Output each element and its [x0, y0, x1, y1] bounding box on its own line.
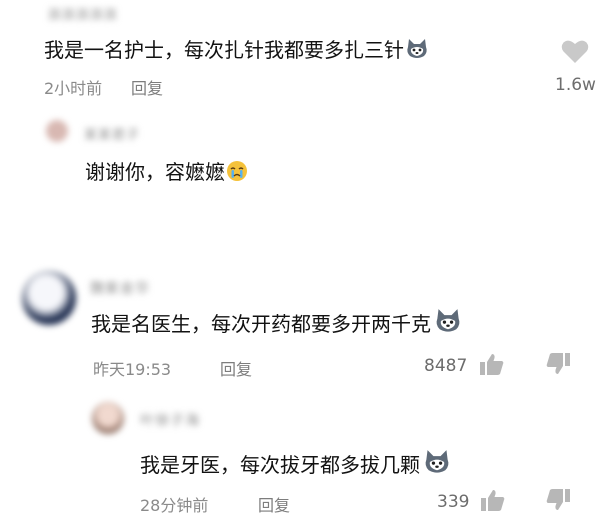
reply-time: 28分钟前 — [140, 496, 209, 515]
avatar[interactable] — [46, 120, 68, 142]
reply-text-row: 谢谢你，容嬷嬷 — [85, 156, 248, 187]
husky-emoji-icon — [432, 308, 464, 339]
reply-button[interactable]: 回复 — [220, 356, 252, 380]
reply-button[interactable]: 回复 — [131, 75, 163, 99]
comment-text-row: 我是名医生，每次开药都要多开两千克 — [91, 308, 464, 339]
comment-username[interactable]: 魏紫金华 — [90, 278, 150, 298]
reply-text: 谢谢你，容嬷嬷 — [85, 160, 225, 184]
comment-text: 我是名医生，每次开药都要多开两千克 — [91, 312, 431, 336]
thumb-down-icon[interactable] — [545, 488, 571, 516]
avatar[interactable] — [92, 402, 124, 434]
crying-emoji-icon — [226, 160, 248, 187]
reply-button[interactable]: 回复 — [258, 492, 290, 516]
comment-time: 昨天19:53 — [93, 360, 172, 379]
thumb-up-icon[interactable] — [479, 352, 505, 380]
reply-text: 我是牙医，每次拔牙都多拔几颗 — [140, 453, 420, 477]
like-count: 1.6w — [555, 75, 596, 95]
husky-emoji-icon — [421, 449, 453, 480]
like-count: 339 — [437, 492, 470, 512]
comment-username[interactable]: 孩孩孩孩孩 — [48, 4, 118, 23]
reply-username[interactable]: 叶徐子海 — [140, 410, 200, 430]
husky-emoji-icon — [405, 38, 429, 65]
like-count: 8487 — [424, 356, 468, 376]
comment-time: 2小时前 — [44, 79, 103, 98]
comment-text: 我是一名护士，每次扎针我都要多扎三针 — [44, 38, 404, 62]
thumb-up-icon[interactable] — [480, 488, 506, 516]
reply-username[interactable]: 某某君子 — [84, 124, 140, 143]
reply-text-row: 我是牙医，每次拔牙都多拔几颗 — [140, 449, 453, 480]
thumb-down-icon[interactable] — [545, 352, 571, 380]
heart-icon[interactable] — [561, 38, 589, 68]
comment-text-row: 我是一名护士，每次扎针我都要多扎三针 — [44, 34, 429, 65]
avatar[interactable] — [22, 271, 76, 325]
